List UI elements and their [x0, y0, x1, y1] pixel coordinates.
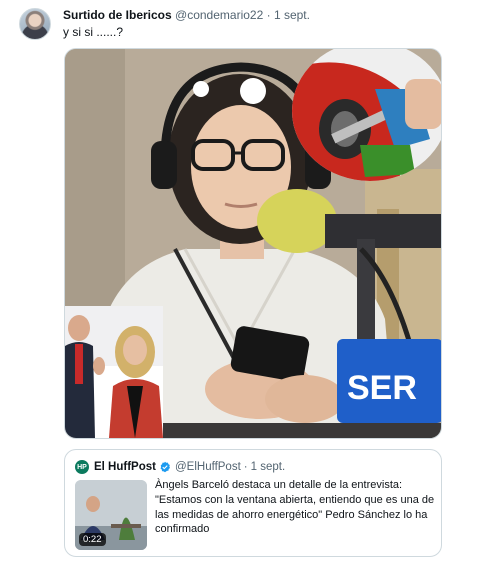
- tweet-header: Surtido de Ibericos @condemario22 · 1 se…: [63, 8, 310, 22]
- quoted-tweet-card[interactable]: HP El HuffPost @ElHuffPost · 1 sept. 0:2…: [64, 449, 442, 557]
- tweet-media-image[interactable]: SER: [64, 48, 442, 439]
- quoted-author-name[interactable]: El HuffPost: [94, 461, 156, 473]
- quoted-tweet-text: Àngels Barceló destaca un detalle de la …: [155, 479, 435, 536]
- tweet-text: y si si ......?: [63, 25, 124, 39]
- quoted-video-thumbnail[interactable]: 0:22: [75, 480, 147, 550]
- quoted-header-separator: ·: [243, 461, 248, 473]
- quoted-tweet-header: HP El HuffPost @ElHuffPost · 1 sept.: [75, 460, 285, 474]
- author-avatar[interactable]: [19, 8, 51, 40]
- gas-pump-inset: [290, 49, 441, 189]
- inset-photo-politicians: [65, 306, 163, 438]
- tweet-card[interactable]: Surtido de Ibericos @condemario22 · 1 se…: [0, 0, 484, 562]
- quoted-author-handle[interactable]: @ElHuffPost: [175, 461, 241, 473]
- video-duration: 0:22: [79, 533, 106, 546]
- huffpost-avatar[interactable]: HP: [75, 460, 89, 474]
- author-name[interactable]: Surtido de Ibericos: [63, 8, 172, 22]
- tweet-date[interactable]: 1 sept.: [274, 8, 310, 22]
- quoted-tweet-date[interactable]: 1 sept.: [251, 461, 286, 473]
- ser-sign-text: SER: [347, 369, 417, 407]
- verified-badge-icon: [160, 461, 170, 473]
- author-handle[interactable]: @condemario22: [175, 8, 263, 22]
- header-separator: ·: [266, 8, 271, 22]
